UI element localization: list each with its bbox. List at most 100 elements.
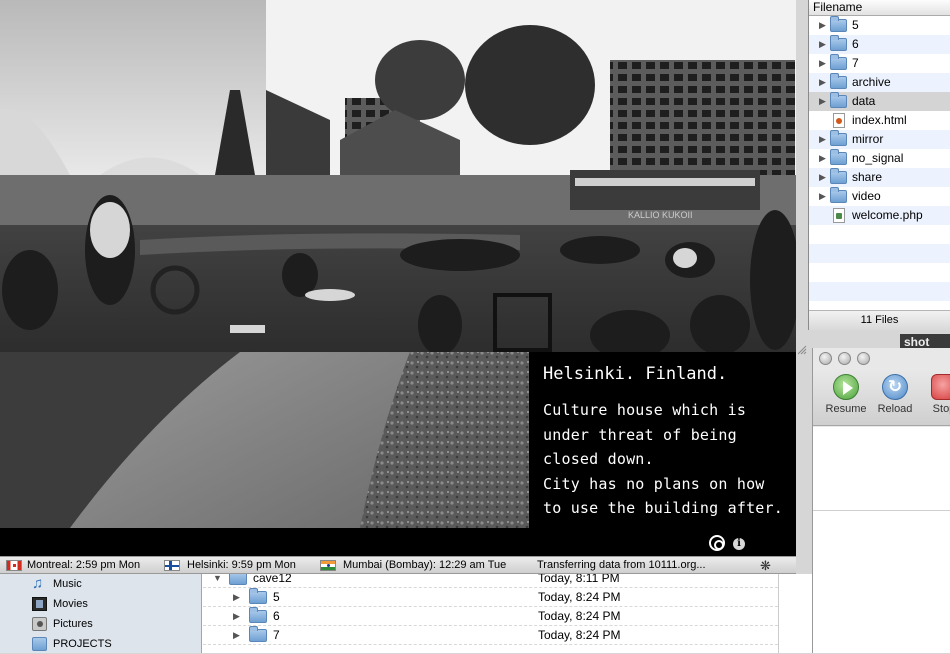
disclosure-triangle-icon[interactable]: ▶ <box>233 607 240 626</box>
sidebar-item-projects[interactable]: PROJECTS <box>0 634 201 654</box>
folder-icon <box>830 54 847 70</box>
music-icon: ♫ <box>32 575 44 592</box>
list-row-5[interactable]: ▶ 5 Today, 8:24 PM <box>203 588 778 607</box>
file-row-6[interactable]: ▶ 6 <box>809 35 950 54</box>
file-row-share[interactable]: ▶ share <box>809 168 950 187</box>
toolbar: Resume Reload Stop <box>813 370 950 426</box>
lifebuoy-help-icon[interactable] <box>709 535 725 551</box>
filename-column-header[interactable]: Filename <box>809 0 950 16</box>
sidebar-item-pictures[interactable]: Pictures <box>0 614 201 634</box>
file-name: 5 <box>273 590 280 604</box>
empty-row <box>809 225 950 244</box>
file-name: 6 <box>852 37 859 51</box>
pictures-icon <box>32 617 47 631</box>
india-flag-icon <box>320 560 336 571</box>
sidebar-item-music[interactable]: ♫ Music <box>0 574 201 594</box>
caption-title: Helsinki. Finland. <box>543 364 728 384</box>
disclosure-triangle-icon[interactable]: ▶ <box>233 626 240 645</box>
disclosure-triangle-icon[interactable]: ▶ <box>819 130 826 149</box>
sidebar-item-label: Pictures <box>53 618 93 630</box>
file-name: no_signal <box>852 151 904 165</box>
folder-icon <box>249 607 267 623</box>
folder-icon <box>830 149 847 165</box>
sidebar-item-label: Music <box>53 578 82 590</box>
stop-icon <box>931 374 950 400</box>
date-modified: Today, 8:24 PM <box>538 609 621 623</box>
file-name: archive <box>852 75 891 89</box>
file-name: video <box>852 189 881 203</box>
file-name: 7 <box>852 56 859 70</box>
disclosure-triangle-icon[interactable]: ▶ <box>819 73 826 92</box>
disclosure-triangle-icon[interactable]: ▶ <box>819 168 826 187</box>
file-name: 5 <box>852 18 859 32</box>
file-row-welcome-php[interactable]: welcome.php <box>809 206 950 225</box>
finder-scroll-region[interactable] <box>778 574 812 653</box>
folder-icon <box>830 35 847 51</box>
disclosure-triangle-icon[interactable]: ▶ <box>233 588 240 607</box>
canada-flag-icon <box>6 560 22 571</box>
file-name: share <box>852 170 883 184</box>
php-file-icon <box>833 208 845 223</box>
browser-control-window: Resume Reload Stop <box>812 348 950 653</box>
resize-grip-icon[interactable] <box>796 340 808 356</box>
file-browser-panel: Filename ▶ 5 ▶ 6 ▶ 7 ▶ archive ▶ data in… <box>808 0 950 330</box>
disclosure-triangle-icon[interactable]: ▶ <box>819 149 826 168</box>
finder-file-list: ▼ cave12 Today, 8:11 PM ▶ 5 Today, 8:24 … <box>203 569 778 653</box>
file-name: data <box>852 94 876 108</box>
list-row-7[interactable]: ▶ 7 Today, 8:24 PM <box>203 626 778 645</box>
resume-button[interactable]: Resume <box>821 374 871 415</box>
movies-icon <box>32 597 47 611</box>
disclosure-triangle-icon[interactable]: ▶ <box>819 35 826 54</box>
folder-icon <box>830 16 847 32</box>
sidebar-item-label: Movies <box>53 598 88 610</box>
file-row-7[interactable]: ▶ 7 <box>809 54 950 73</box>
reload-button[interactable]: Reload <box>870 374 920 415</box>
clock-mumbai[interactable]: Mumbai (Bombay): 12:29 am Tue <box>343 557 506 574</box>
content-area <box>813 427 950 653</box>
date-modified: Today, 8:24 PM <box>538 590 621 604</box>
date-modified: Today, 8:24 PM <box>538 628 621 642</box>
minimize-window-button[interactable] <box>838 352 851 365</box>
html-file-icon <box>833 113 845 128</box>
resume-label: Resume <box>825 403 867 415</box>
file-name: welcome.php <box>852 208 923 222</box>
list-row-6[interactable]: ▶ 6 Today, 8:24 PM <box>203 607 778 626</box>
divider <box>813 510 950 511</box>
sidebar-item-movies[interactable]: Movies <box>0 594 201 614</box>
disclosure-triangle-icon[interactable]: ▶ <box>819 92 826 111</box>
close-window-button[interactable] <box>819 352 832 365</box>
file-row-data[interactable]: ▶ data <box>809 92 950 111</box>
stop-button[interactable]: Stop <box>919 374 950 415</box>
folder-icon <box>249 626 267 642</box>
stop-label: Stop <box>932 403 950 415</box>
disclosure-triangle-icon[interactable]: ▶ <box>819 16 826 35</box>
zoom-window-button[interactable] <box>857 352 870 365</box>
folder-icon <box>32 637 47 651</box>
bug-icon[interactable]: ❋ <box>760 558 771 573</box>
file-count-footer: 11 Files <box>809 310 950 330</box>
file-row-index-html[interactable]: index.html <box>809 111 950 130</box>
disclosure-triangle-icon[interactable]: ▶ <box>819 187 826 206</box>
file-row-no-signal[interactable]: ▶ no_signal <box>809 149 950 168</box>
file-name: mirror <box>852 132 884 146</box>
world-clock-status-bar: Montreal: 2:59 pm Mon Helsinki: 9:59 pm … <box>0 556 796 574</box>
folder-icon <box>830 73 847 89</box>
file-row-mirror[interactable]: ▶ mirror <box>809 130 950 149</box>
clock-montreal[interactable]: Montreal: 2:59 pm Mon <box>27 557 140 574</box>
file-row-video[interactable]: ▶ video <box>809 187 950 206</box>
file-row-5[interactable]: ▶ 5 <box>809 16 950 35</box>
folder-icon <box>830 168 847 184</box>
file-row-archive[interactable]: ▶ archive <box>809 73 950 92</box>
empty-row <box>809 263 950 282</box>
info-icon[interactable]: i <box>733 538 745 550</box>
reload-icon <box>882 374 908 400</box>
folder-icon <box>249 588 267 604</box>
photo-viewer-window: KALLIO KUKOII Helsinki. Finland. Culture… <box>0 0 796 556</box>
file-name: 7 <box>273 628 280 642</box>
clock-helsinki[interactable]: Helsinki: 9:59 pm Mon <box>187 557 296 574</box>
finland-flag-icon <box>164 560 180 571</box>
finder-window: ♫ Music Movies Pictures PROJECTS ▼ cave1… <box>0 569 812 654</box>
viewer-bottom-bar <box>0 528 796 556</box>
disclosure-triangle-icon[interactable]: ▶ <box>819 54 826 73</box>
file-name: index.html <box>852 113 907 127</box>
